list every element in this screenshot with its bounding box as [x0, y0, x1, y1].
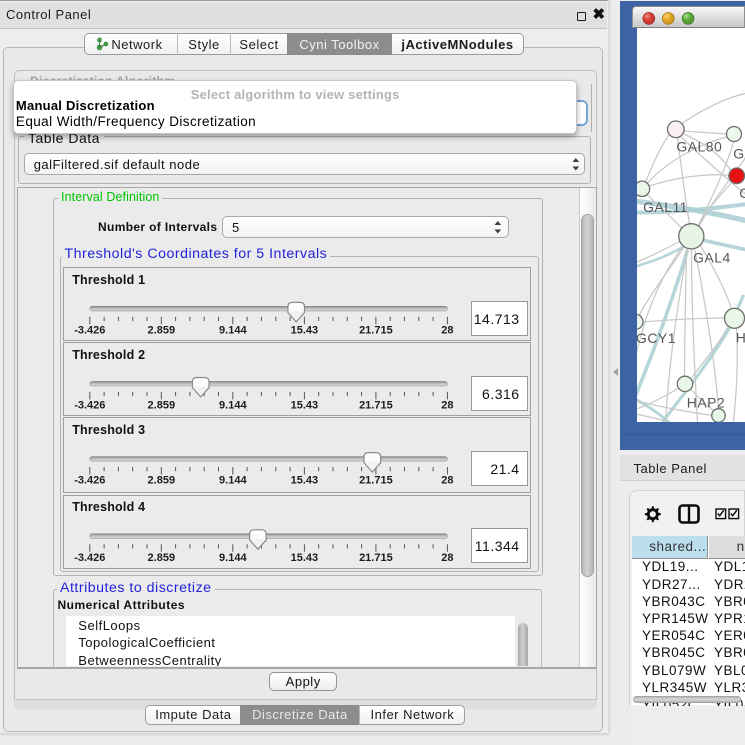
svg-text:28: 28 [441, 400, 453, 412]
svg-text:15.43: 15.43 [291, 325, 319, 337]
svg-text:-3.426: -3.426 [74, 552, 105, 564]
svg-text:-3.426: -3.426 [74, 325, 105, 337]
svg-text:H: H [735, 330, 745, 346]
svg-text:2.859: 2.859 [148, 325, 176, 337]
svg-text:2.859: 2.859 [148, 475, 176, 487]
svg-text:2.859: 2.859 [148, 400, 176, 412]
svg-text:9.144: 9.144 [219, 400, 247, 412]
svg-text:GAL11: GAL11 [643, 199, 688, 215]
svg-text:15.43: 15.43 [291, 552, 319, 564]
svg-text:21.715: 21.715 [359, 400, 393, 412]
svg-text:GA: GA [733, 145, 745, 161]
svg-text:HAP2: HAP2 [686, 394, 724, 410]
svg-text:GAL80: GAL80 [676, 138, 722, 154]
svg-text:21.715: 21.715 [359, 475, 393, 487]
svg-text:9.144: 9.144 [219, 552, 247, 564]
svg-text:21.715: 21.715 [359, 552, 393, 564]
svg-text:9.144: 9.144 [219, 325, 247, 337]
svg-text:-3.426: -3.426 [74, 400, 105, 412]
svg-text:2.859: 2.859 [148, 552, 176, 564]
svg-text:28: 28 [441, 325, 453, 337]
svg-text:GCY1: GCY1 [637, 330, 676, 346]
svg-text:28: 28 [441, 552, 453, 564]
svg-text:15.43: 15.43 [291, 475, 319, 487]
svg-text:CA: CA [739, 185, 745, 201]
svg-text:GAL4: GAL4 [693, 250, 731, 266]
svg-text:21.715: 21.715 [359, 325, 393, 337]
svg-text:-3.426: -3.426 [74, 475, 105, 487]
svg-text:15.43: 15.43 [291, 400, 319, 412]
svg-text:9.144: 9.144 [219, 475, 247, 487]
svg-text:28: 28 [441, 475, 453, 487]
